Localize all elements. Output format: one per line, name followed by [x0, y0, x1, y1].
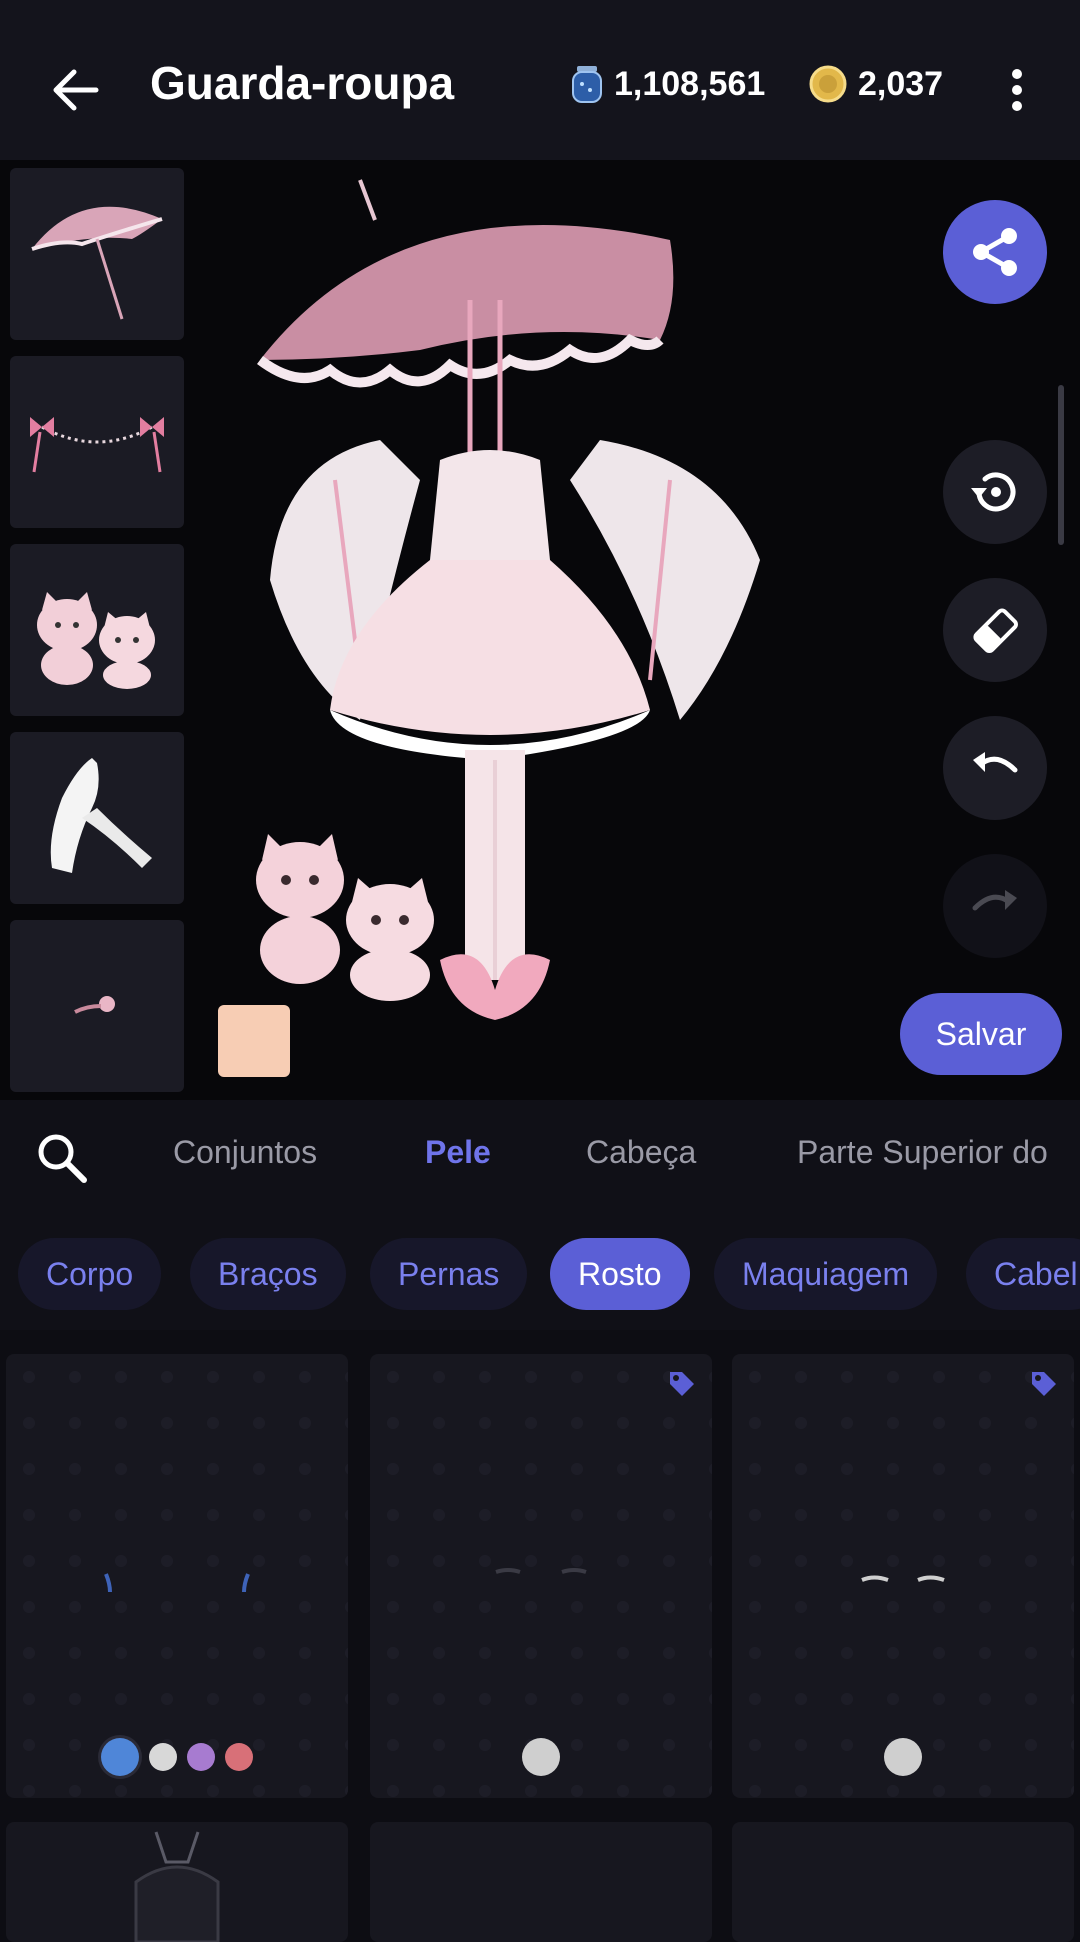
gloves-icon — [50, 758, 152, 873]
color-option-blue[interactable] — [101, 1738, 139, 1776]
color-options — [732, 1738, 1074, 1776]
back-button[interactable] — [40, 55, 110, 125]
app-header: Guarda-roupa 1,108,561 2,037 — [0, 0, 1080, 160]
color-option-red[interactable] — [225, 1743, 253, 1771]
skin-color-swatch[interactable] — [218, 1005, 290, 1077]
gems-balance[interactable]: 1,108,561 — [570, 64, 765, 104]
chip-maquiagem[interactable]: Maquiagem — [714, 1238, 938, 1310]
face-item-card[interactable] — [6, 1822, 348, 1942]
color-options — [6, 1738, 348, 1776]
avatar-umbrella — [260, 225, 674, 360]
more-vertical-icon — [1012, 69, 1022, 111]
page-title: Guarda-roupa — [150, 57, 455, 109]
history-icon — [971, 472, 1016, 512]
price-tag-icon — [1032, 1372, 1056, 1396]
face-item-card[interactable] — [732, 1822, 1074, 1942]
more-options-button[interactable] — [995, 55, 1039, 125]
tools-scrollbar[interactable] — [1058, 385, 1064, 545]
face-item-card[interactable] — [370, 1354, 712, 1798]
chip-cabelo[interactable]: Cabel — [966, 1238, 1080, 1310]
color-options — [370, 1738, 712, 1776]
face-preview — [861, 1575, 945, 1582]
arrow-left-icon — [53, 69, 99, 111]
jar-icon — [572, 66, 602, 103]
tab-conjuntos[interactable]: Conjuntos — [173, 1134, 317, 1171]
color-option-gray[interactable] — [884, 1738, 922, 1776]
share-button[interactable] — [943, 200, 1047, 304]
avatar-preview — [256, 179, 760, 1020]
coins-balance[interactable]: 2,037 — [808, 64, 943, 104]
face-item-card[interactable] — [732, 1354, 1074, 1798]
equipped-item-bow-garland[interactable] — [10, 356, 184, 528]
undo-button[interactable] — [943, 716, 1047, 820]
gems-amount: 1,108,561 — [614, 64, 766, 103]
color-option-purple[interactable] — [187, 1743, 215, 1771]
chip-rosto[interactable]: Rosto — [550, 1238, 690, 1310]
kittens-icon — [37, 592, 155, 689]
coins-amount: 2,037 — [858, 64, 944, 103]
redo-icon — [972, 890, 1017, 911]
search-icon[interactable] — [34, 1130, 88, 1184]
avatar-kittens — [256, 834, 434, 1001]
price-tag-icon — [670, 1372, 694, 1396]
category-tabs: Conjuntos Pele Cabeça Parte Superior do — [0, 1100, 1080, 1210]
eraser-button[interactable] — [943, 578, 1047, 682]
color-option-gray[interactable] — [522, 1738, 560, 1776]
equipped-item-gloves[interactable] — [10, 732, 184, 904]
face-item-card[interactable] — [6, 1354, 348, 1798]
body-preview — [134, 1831, 220, 1942]
face-preview — [104, 1573, 250, 1593]
save-button[interactable]: Salvar — [900, 993, 1062, 1075]
items-grid — [0, 1330, 1080, 1942]
equipped-items-list — [10, 168, 184, 1108]
redo-button[interactable] — [943, 854, 1047, 958]
subcategory-chips: Corpo Braços Pernas Rosto Maquiagem Cabe… — [0, 1210, 1080, 1330]
face-preview — [495, 1568, 587, 1574]
chip-corpo[interactable]: Corpo — [18, 1238, 162, 1310]
equipped-item-flower[interactable] — [10, 920, 184, 1092]
tab-pele[interactable]: Pele — [425, 1134, 491, 1171]
history-button[interactable] — [943, 440, 1047, 544]
avatar-stage: Salvar — [0, 160, 1080, 1100]
bow-garland-icon — [30, 417, 164, 473]
undo-icon — [973, 752, 1018, 773]
chip-pernas[interactable]: Pernas — [370, 1238, 528, 1310]
tab-cabeca[interactable]: Cabeça — [586, 1134, 696, 1171]
equipped-item-kittens[interactable] — [10, 544, 184, 716]
umbrella-icon — [31, 206, 163, 320]
flower-icon — [74, 996, 115, 1014]
chip-bracos[interactable]: Braços — [190, 1238, 346, 1310]
share-icon — [973, 228, 1017, 276]
tab-parte-superior[interactable]: Parte Superior do — [797, 1134, 1048, 1171]
equipped-item-umbrella[interactable] — [10, 168, 184, 340]
coin-icon — [809, 65, 847, 103]
eraser-icon — [973, 608, 1018, 653]
face-item-card[interactable] — [370, 1822, 712, 1942]
avatar-bodice — [430, 450, 550, 560]
color-option-white[interactable] — [149, 1743, 177, 1771]
